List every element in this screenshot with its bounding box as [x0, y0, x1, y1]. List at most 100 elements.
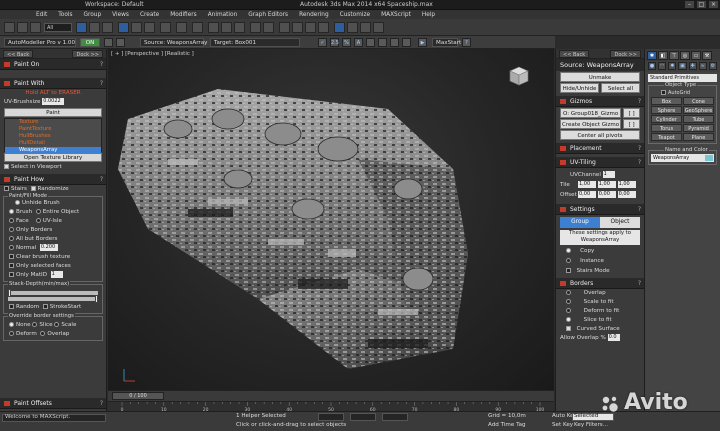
- object-name-field[interactable]: WeaponsArray: [651, 154, 714, 162]
- reference-coordinate-icon[interactable]: [160, 22, 171, 33]
- stack-max-slider[interactable]: [8, 295, 98, 303]
- entire-object-radio[interactable]: [35, 209, 41, 214]
- help-icon[interactable]: ?: [638, 278, 641, 289]
- uv-channel-field[interactable]: 1: [602, 171, 615, 178]
- menu-modifiers[interactable]: Modifiers: [170, 12, 196, 18]
- cone-button[interactable]: Cone: [683, 97, 714, 105]
- uv-isle-radio[interactable]: [35, 218, 41, 223]
- list-item[interactable]: PaintTexture: [5, 126, 101, 133]
- rollout-gizmos[interactable]: Gizmos?: [556, 96, 644, 107]
- modify-tab-icon[interactable]: ◧: [658, 51, 668, 60]
- attach-icon[interactable]: A: [354, 38, 363, 47]
- selection-filter-dropdown[interactable]: All: [44, 23, 72, 32]
- rollout-borders[interactable]: Borders?: [556, 278, 644, 289]
- tile-w-field[interactable]: 1,00: [617, 181, 636, 188]
- pyramid-button[interactable]: Pyramid: [683, 124, 714, 132]
- autogrid-row[interactable]: AutoGrid: [651, 89, 714, 97]
- hierarchy-tab-icon[interactable]: ⊤: [669, 51, 679, 60]
- display-tab-icon[interactable]: ▭: [691, 51, 701, 60]
- back-button[interactable]: << Back: [559, 49, 590, 58]
- only-matid-checkbox[interactable]: [9, 272, 14, 277]
- stroke-start-checkbox[interactable]: [42, 304, 48, 309]
- slice-radio[interactable]: [32, 322, 38, 327]
- autogrid-checkbox[interactable]: [661, 90, 666, 95]
- coord-x-field[interactable]: [318, 413, 344, 421]
- list-item[interactable]: HullDetail: [5, 140, 101, 147]
- open-texture-library-button[interactable]: Open Texture Library: [4, 153, 102, 162]
- deform-radio[interactable]: [9, 331, 14, 336]
- rect-selection-icon[interactable]: [102, 22, 113, 33]
- select-in-viewport-row[interactable]: Select in Viewport: [0, 163, 106, 172]
- helpers-icon[interactable]: ✚: [688, 62, 697, 70]
- percent-snap-icon[interactable]: [234, 22, 245, 33]
- unhide-brush-row[interactable]: Unhide Brush: [5, 199, 101, 208]
- check-icon[interactable]: ✓: [318, 38, 327, 47]
- scale-radio[interactable]: [54, 322, 60, 327]
- list-item[interactable]: HullBrushes: [5, 133, 101, 140]
- menu-customize[interactable]: Customize: [340, 12, 370, 18]
- clear-brush-texture-checkbox[interactable]: [9, 254, 14, 259]
- brush-radio[interactable]: [9, 209, 14, 214]
- time-slider-handle[interactable]: 0 / 100: [112, 392, 164, 400]
- gizmo-list-button[interactable]: [ ]: [623, 108, 640, 118]
- instance-row[interactable]: Instance: [556, 256, 644, 266]
- curved-surface-row[interactable]: Curved Surface: [556, 325, 644, 334]
- tile-v-field[interactable]: 1,00: [597, 181, 616, 188]
- set-key-button[interactable]: Set Key: [552, 422, 573, 428]
- scale-to-fit-row[interactable]: Scale to fit: [556, 298, 644, 307]
- slice-to-fit-radio[interactable]: [566, 317, 571, 322]
- only-selected-faces-checkbox[interactable]: [9, 263, 14, 268]
- geometry-icon[interactable]: ●: [648, 62, 657, 70]
- slider-handle[interactable]: [95, 295, 98, 303]
- hide-unhide-button[interactable]: Hide/Unhide: [560, 83, 599, 93]
- unmake-button[interactable]: Unmake: [560, 72, 640, 82]
- only-selected-faces-row[interactable]: Only selected faces: [5, 262, 101, 271]
- instance-radio[interactable]: [566, 258, 571, 263]
- gizmo-name-button[interactable]: O: Group018_Gizmo: [560, 108, 622, 118]
- menu-rendering[interactable]: Rendering: [299, 12, 329, 18]
- rollout-placement[interactable]: Placement?: [556, 143, 644, 154]
- face-radio[interactable]: [9, 218, 14, 223]
- select-by-name-icon[interactable]: [89, 22, 100, 33]
- render-setup-icon[interactable]: [347, 22, 358, 33]
- select-all-button[interactable]: Select all: [601, 83, 640, 93]
- maxstart-button[interactable]: MaxStart: [432, 38, 461, 47]
- stairs-mode-checkbox[interactable]: [566, 268, 571, 273]
- help-icon[interactable]: ?: [100, 59, 103, 70]
- source-button[interactable]: Source: WeaponsArray: [140, 38, 207, 47]
- back-button[interactable]: << Back: [3, 49, 34, 58]
- settings-gear-icon[interactable]: [116, 38, 125, 47]
- redo-icon[interactable]: [17, 22, 28, 33]
- menu-views[interactable]: Views: [112, 12, 129, 18]
- motion-tab-icon[interactable]: ◎: [680, 51, 690, 60]
- rollout-settings[interactable]: Settings?: [556, 204, 644, 215]
- dock-button[interactable]: Dock >>: [72, 49, 103, 58]
- rollout-paint-with[interactable]: Paint With?: [0, 78, 106, 89]
- torus-button[interactable]: Torus: [651, 124, 682, 132]
- help-icon[interactable]: ?: [462, 38, 471, 47]
- offset-v-field[interactable]: 0,00: [597, 191, 616, 198]
- time-slider[interactable]: 0 / 100: [108, 390, 554, 401]
- clear-brush-texture-row[interactable]: Clear brush texture: [5, 253, 101, 262]
- material-editor-icon[interactable]: [334, 22, 345, 33]
- rollout-uv-tiling[interactable]: UV-Tiling?: [556, 157, 644, 168]
- scale-to-fit-radio[interactable]: [566, 299, 571, 304]
- link-icon[interactable]: [30, 22, 41, 33]
- uv-brushsize-field[interactable]: 0.0022: [42, 98, 65, 105]
- all-but-borders-row[interactable]: All but Borders: [5, 235, 101, 244]
- utilities-tab-icon[interactable]: ⚒: [702, 51, 712, 60]
- curve-editor-icon[interactable]: [305, 22, 316, 33]
- curved-surface-checkbox[interactable]: [566, 326, 571, 331]
- stack-icon[interactable]: [366, 38, 375, 47]
- geosphere-button[interactable]: GeoSphere: [683, 106, 714, 114]
- create-tab-icon[interactable]: ✱: [647, 51, 657, 60]
- offset-w-field[interactable]: 0,00: [617, 191, 636, 198]
- create-gizmo-list-button[interactable]: [ ]: [623, 119, 640, 129]
- slice-to-fit-row[interactable]: Slice to fit: [556, 316, 644, 325]
- schematic-view-icon[interactable]: [318, 22, 329, 33]
- angle-snap-icon[interactable]: [221, 22, 232, 33]
- stairs-checkbox[interactable]: [4, 186, 9, 191]
- none-radio[interactable]: [9, 322, 14, 327]
- copy-row[interactable]: Copy: [556, 246, 644, 256]
- tile-u-field[interactable]: 1,00: [578, 181, 596, 188]
